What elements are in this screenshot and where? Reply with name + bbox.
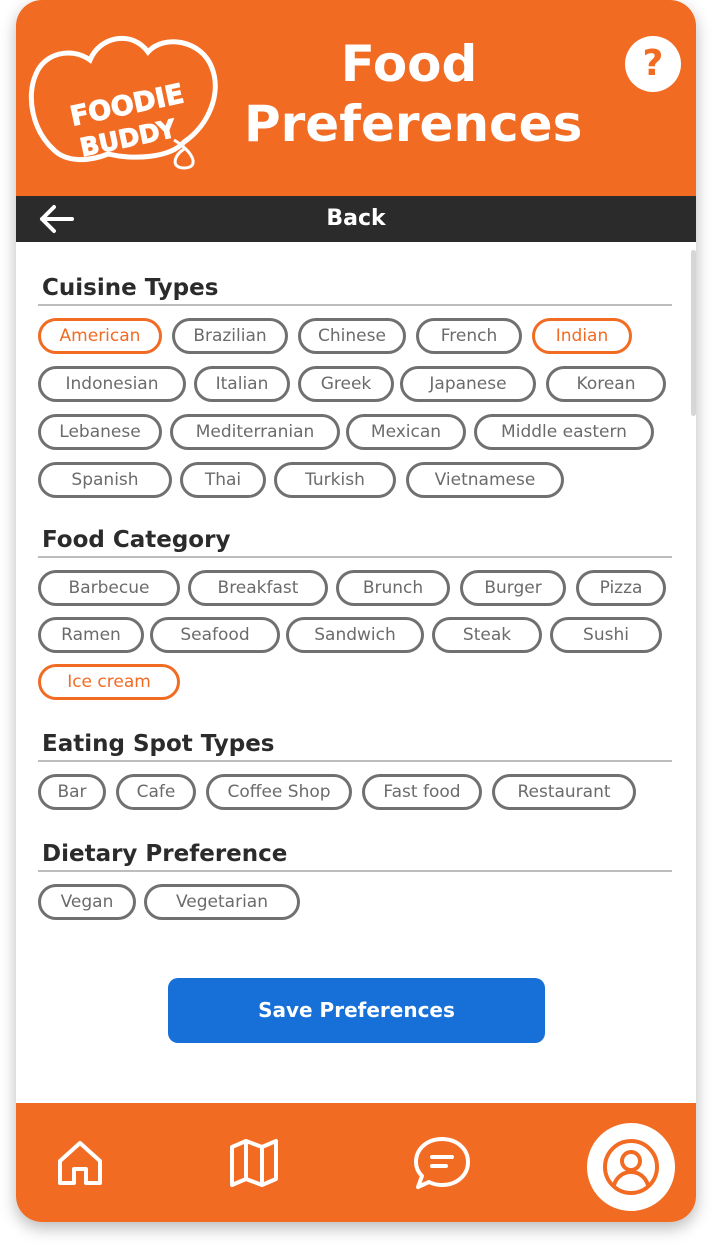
section-food-category: Food Category Barbecue Breakfast Brunch … — [38, 524, 672, 700]
chip-french[interactable]: French — [416, 318, 522, 354]
chip-mexican[interactable]: Mexican — [346, 414, 466, 450]
chip-mediterranian[interactable]: Mediterranian — [170, 414, 340, 450]
chip-seafood[interactable]: Seafood — [150, 617, 280, 653]
chip-spanish[interactable]: Spanish — [38, 462, 172, 498]
chip-steak[interactable]: Steak — [432, 617, 542, 653]
profile-icon — [603, 1139, 659, 1195]
chip-barbecue[interactable]: Barbecue — [38, 570, 180, 606]
chip-greek[interactable]: Greek — [298, 366, 394, 402]
map-icon[interactable] — [224, 1133, 284, 1193]
chip-vegan[interactable]: Vegan — [38, 884, 136, 920]
chip-sandwich[interactable]: Sandwich — [286, 617, 424, 653]
section-title: Eating Spot Types — [38, 728, 672, 762]
section-dietary-preference: Dietary Preference Vegan Vegetarian — [38, 838, 672, 920]
chip-sushi[interactable]: Sushi — [550, 617, 662, 653]
section-cuisine-types: Cuisine Types American Brazilian Chinese… — [38, 272, 672, 498]
section-title: Cuisine Types — [38, 272, 672, 306]
help-button[interactable]: ? — [625, 36, 681, 92]
chip-fast-food[interactable]: Fast food — [362, 774, 482, 810]
chip-coffee-shop[interactable]: Coffee Shop — [206, 774, 352, 810]
chip-japanese[interactable]: Japanese — [400, 366, 536, 402]
chip-ice-cream[interactable]: Ice cream — [38, 664, 180, 700]
chip-chinese[interactable]: Chinese — [298, 318, 406, 354]
save-preferences-button[interactable]: Save Preferences — [168, 978, 545, 1043]
chip-cafe[interactable]: Cafe — [116, 774, 196, 810]
chip-breakfast[interactable]: Breakfast — [188, 570, 328, 606]
profile-nav-button[interactable] — [587, 1123, 675, 1211]
chip-pizza[interactable]: Pizza — [576, 570, 666, 606]
page-title-line2: Preferences — [244, 95, 583, 153]
chip-brunch[interactable]: Brunch — [336, 570, 450, 606]
chip-ramen[interactable]: Ramen — [38, 617, 144, 653]
chip-restaurant[interactable]: Restaurant — [492, 774, 636, 810]
chat-icon[interactable] — [412, 1133, 472, 1193]
foodie-buddy-logo: FOODIE BUDDY — [24, 22, 234, 172]
section-title: Dietary Preference — [38, 838, 672, 872]
back-bar[interactable]: Back — [16, 196, 696, 242]
header: FOODIE BUDDY Food Preferences ? — [16, 0, 696, 196]
chip-lebanese[interactable]: Lebanese — [38, 414, 162, 450]
page-title-line1: Food — [340, 35, 478, 93]
section-eating-spot-types: Eating Spot Types Bar Cafe Coffee Shop F… — [38, 728, 672, 810]
back-label: Back — [326, 206, 386, 231]
chip-vegetarian[interactable]: Vegetarian — [144, 884, 300, 920]
chip-korean[interactable]: Korean — [546, 366, 666, 402]
chip-thai[interactable]: Thai — [180, 462, 266, 498]
chip-middle-eastern[interactable]: Middle eastern — [474, 414, 654, 450]
section-title: Food Category — [38, 524, 672, 558]
chip-indian[interactable]: Indian — [532, 318, 632, 354]
page-title: Food Preferences — [244, 34, 583, 154]
chip-vietnamese[interactable]: Vietnamese — [406, 462, 564, 498]
app-screen: FOODIE BUDDY Food Preferences ? Back Cui… — [16, 0, 696, 1222]
chip-turkish[interactable]: Turkish — [274, 462, 396, 498]
scrollbar[interactable] — [691, 250, 696, 416]
home-icon[interactable] — [50, 1133, 110, 1193]
chip-burger[interactable]: Burger — [460, 570, 566, 606]
chip-american[interactable]: American — [38, 318, 162, 354]
chip-italian[interactable]: Italian — [194, 366, 290, 402]
bottom-nav — [16, 1103, 696, 1222]
chip-brazilian[interactable]: Brazilian — [172, 318, 288, 354]
chip-indonesian[interactable]: Indonesian — [38, 366, 186, 402]
chip-bar[interactable]: Bar — [38, 774, 106, 810]
